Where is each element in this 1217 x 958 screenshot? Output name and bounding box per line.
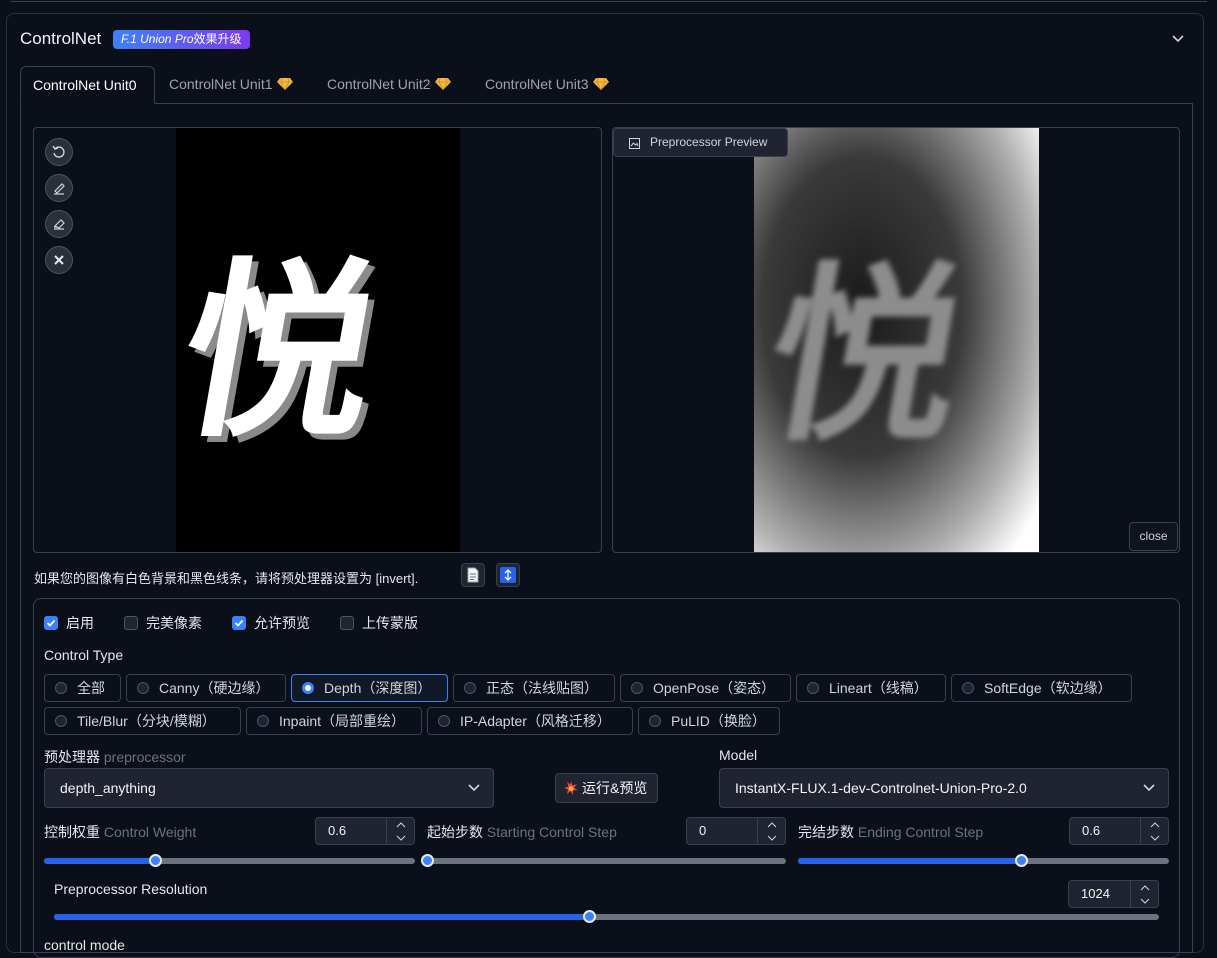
model-label: Model — [719, 747, 758, 763]
swap-dimensions-icon[interactable] — [496, 563, 520, 587]
clear-icon[interactable] — [45, 246, 73, 274]
control-type-depth[interactable]: Depth（深度图） — [291, 674, 448, 702]
tab-unit1[interactable]: ControlNet Unit1 — [157, 66, 305, 104]
svg-text:悦: 悦 — [754, 246, 980, 467]
control-weight-label: 控制权重 Control Weight — [44, 824, 197, 840]
tab-unit2[interactable]: ControlNet Unit2 — [315, 66, 463, 104]
control-type-all[interactable]: 全部 — [44, 674, 121, 702]
chevron-down-icon — [1143, 784, 1155, 792]
tab-unit0[interactable]: ControlNet Unit0 — [20, 66, 155, 104]
close-preview-button[interactable]: close — [1129, 522, 1178, 551]
end-step-input[interactable]: 0.6 — [1069, 817, 1169, 845]
control-type-pulid[interactable]: PuLID（换脸） — [638, 707, 780, 735]
run-preview-button[interactable]: 运行&预览 — [555, 773, 658, 803]
increment-icon[interactable] — [396, 821, 406, 828]
control-type-tile[interactable]: Tile/Blur（分块/模糊） — [44, 707, 241, 735]
control-type-lineart[interactable]: Lineart（线稿） — [796, 674, 946, 702]
control-type-normal[interactable]: 正态（法线贴图） — [453, 674, 615, 702]
preprocessor-preview-canvas: 悦 — [612, 127, 1180, 553]
explosion-icon — [564, 781, 578, 795]
premium-gem-icon — [592, 78, 609, 90]
resolution-input[interactable]: 1024 — [1068, 880, 1159, 908]
decrement-icon[interactable] — [1140, 898, 1150, 904]
allow-preview-checkbox[interactable]: 允许预览 — [232, 613, 310, 633]
preprocessor-select[interactable]: depth_anything — [44, 768, 494, 808]
premium-gem-icon — [276, 78, 293, 90]
decrement-icon[interactable] — [396, 835, 406, 841]
control-weight-input[interactable]: 0.6 — [315, 817, 415, 845]
start-step-label: 起始步数 Starting Control Step — [427, 824, 617, 840]
pixel-perfect-checkbox[interactable]: 完美像素 — [124, 613, 202, 633]
increment-icon[interactable] — [1150, 821, 1160, 828]
image-icon — [629, 138, 640, 149]
decrement-icon[interactable] — [767, 835, 777, 841]
input-image: 悦 悦 — [176, 128, 460, 552]
undo-icon[interactable] — [45, 138, 73, 166]
model-select[interactable]: InstantX-FLUX.1-dev-Controlnet-Union-Pro… — [719, 768, 1169, 808]
increment-icon[interactable] — [767, 821, 777, 828]
control-type-softedge[interactable]: SoftEdge（软边缘） — [951, 674, 1132, 702]
depth-preview-image: 悦 — [754, 128, 1039, 552]
control-weight-slider[interactable] — [44, 854, 415, 867]
input-image-canvas[interactable]: 悦 悦 — [33, 127, 602, 553]
resolution-slider[interactable] — [54, 910, 1159, 923]
premium-gem-icon — [434, 78, 451, 90]
section-title: ControlNet — [20, 29, 102, 48]
preprocessor-preview-button[interactable]: Preprocessor Preview — [613, 128, 788, 157]
collapse-chevron-icon[interactable] — [1170, 32, 1186, 46]
control-type-ip-adapter[interactable]: IP-Adapter（风格迁移） — [427, 707, 633, 735]
eraser-icon[interactable] — [45, 210, 73, 238]
control-type-label: Control Type — [44, 647, 124, 663]
control-type-openpose[interactable]: OpenPose（姿态） — [620, 674, 791, 702]
end-step-slider[interactable] — [798, 854, 1169, 867]
resolution-label: Preprocessor Resolution — [54, 881, 208, 897]
enable-checkbox[interactable]: 启用 — [44, 613, 94, 633]
upgrade-badge: F.1 Union Pro效果升级 — [113, 30, 250, 49]
preprocessor-label: 预处理器 preprocessor — [44, 749, 186, 765]
control-type-inpaint[interactable]: Inpaint（局部重绘） — [246, 707, 422, 735]
tab-unit3[interactable]: ControlNet Unit3 — [473, 66, 621, 104]
control-mode-label: control mode — [44, 937, 125, 953]
increment-icon[interactable] — [1140, 884, 1150, 891]
upload-mask-checkbox[interactable]: 上传蒙版 — [340, 613, 418, 633]
decrement-icon[interactable] — [1150, 835, 1160, 841]
invert-note: 如果您的图像有白色背景和黑色线条，请将预处理器设置为 [invert]. — [34, 571, 419, 586]
end-step-label: 完结步数 Ending Control Step — [798, 824, 984, 840]
start-step-input[interactable]: 0 — [686, 817, 786, 845]
top-divider — [10, 0, 1207, 2]
document-icon[interactable] — [461, 563, 485, 587]
pencil-icon[interactable] — [45, 174, 73, 202]
chevron-down-icon — [468, 784, 480, 792]
control-type-canny[interactable]: Canny（硬边缘） — [126, 674, 286, 702]
start-step-slider[interactable] — [421, 854, 786, 867]
